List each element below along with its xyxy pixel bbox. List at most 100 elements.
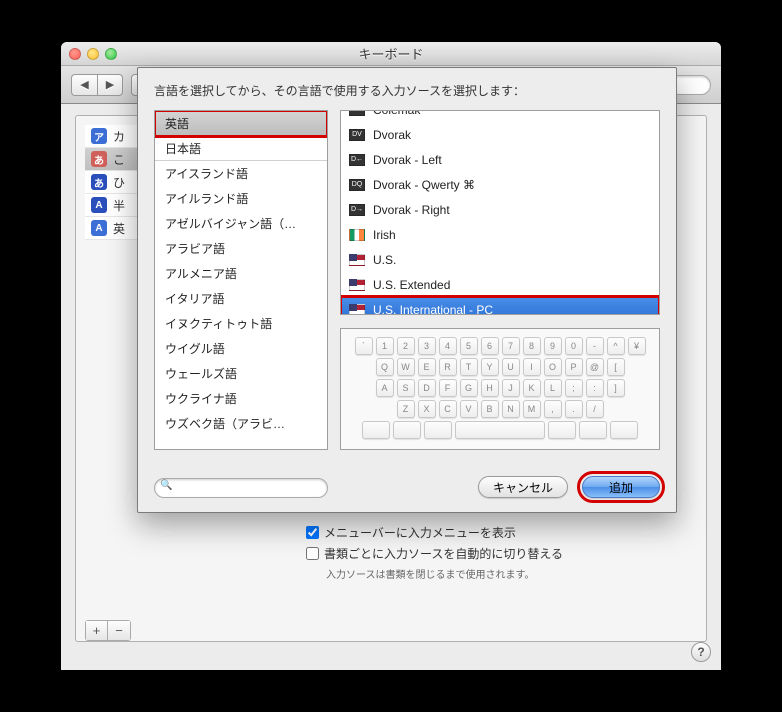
key: Q bbox=[376, 358, 394, 376]
input-source-item[interactable]: DVDvorak bbox=[341, 122, 659, 147]
auto-switch-checkbox[interactable]: 書類ごとに入力ソースを自動的に切り替える bbox=[306, 545, 563, 562]
input-source-item[interactable]: U.S. International - PC bbox=[341, 297, 659, 315]
language-item[interactable]: アルメニア語 bbox=[155, 261, 327, 286]
key: Z bbox=[397, 400, 415, 418]
key: - bbox=[586, 337, 604, 355]
keyboard-row: ASDFGHJKL;:] bbox=[349, 379, 651, 397]
key: : bbox=[586, 379, 604, 397]
help-button[interactable]: ? bbox=[691, 642, 711, 662]
input-mode-icon: ア bbox=[91, 128, 107, 144]
options-checkboxes: メニューバーに入力メニューを表示 書類ごとに入力ソースを自動的に切り替える 入力… bbox=[306, 524, 563, 581]
key: V bbox=[460, 400, 478, 418]
key: ¥ bbox=[628, 337, 646, 355]
key: H bbox=[481, 379, 499, 397]
input-source-item[interactable]: COColemak bbox=[341, 110, 659, 122]
language-item[interactable]: イヌクティトゥト語 bbox=[155, 311, 327, 336]
key bbox=[455, 421, 545, 439]
cancel-button[interactable]: キャンセル bbox=[478, 476, 568, 498]
flag-icon bbox=[349, 304, 365, 316]
flag-icon bbox=[349, 279, 365, 291]
key: I bbox=[523, 358, 541, 376]
checkbox-2[interactable] bbox=[306, 547, 319, 560]
key: . bbox=[565, 400, 583, 418]
input-mode-icon: あ bbox=[91, 151, 107, 167]
language-item[interactable]: ウェールズ語 bbox=[155, 361, 327, 386]
language-item[interactable]: 英語 bbox=[155, 111, 327, 136]
key: , bbox=[544, 400, 562, 418]
add-button[interactable]: + bbox=[86, 621, 108, 640]
key: 1 bbox=[376, 337, 394, 355]
input-source-item[interactable]: D←Dvorak - Left bbox=[341, 147, 659, 172]
language-item[interactable]: アゼルバイジャン語（… bbox=[155, 211, 327, 236]
key: F bbox=[439, 379, 457, 397]
options-note: 入力ソースは書類を閉じるまで使用されます。 bbox=[326, 566, 563, 581]
key: X bbox=[418, 400, 436, 418]
keyboard-row: QWERTYUIOP@[ bbox=[349, 358, 651, 376]
add-input-source-sheet: 言語を選択してから、その言語で使用する入力ソースを選択します： 英語日本語アイス… bbox=[137, 67, 677, 513]
input-mode-icon: A bbox=[91, 220, 107, 236]
input-mode-icon: A bbox=[91, 197, 107, 213]
input-source-item[interactable]: Irish bbox=[341, 222, 659, 247]
key: Y bbox=[481, 358, 499, 376]
key: N bbox=[502, 400, 520, 418]
preferences-window: キーボード ◀ ▶ すべてを表示 アカあこあひA半A英 + − メニューバーに入… bbox=[61, 42, 721, 670]
key: K bbox=[523, 379, 541, 397]
key: S bbox=[397, 379, 415, 397]
language-list[interactable]: 英語日本語アイスランド語アイルランド語アゼルバイジャン語（…アラビア語アルメニア… bbox=[154, 110, 328, 450]
language-item[interactable]: イタリア語 bbox=[155, 286, 327, 311]
keyboard-row: ZXCVBNM,./ bbox=[349, 400, 651, 418]
key: ^ bbox=[607, 337, 625, 355]
window-title: キーボード bbox=[61, 44, 721, 63]
key: 3 bbox=[418, 337, 436, 355]
key: ` bbox=[355, 337, 373, 355]
key bbox=[393, 421, 421, 439]
show-input-menu-checkbox[interactable]: メニューバーに入力メニューを表示 bbox=[306, 524, 563, 541]
remove-button[interactable]: − bbox=[108, 621, 130, 640]
key: T bbox=[460, 358, 478, 376]
key: 2 bbox=[397, 337, 415, 355]
input-mode-icon: あ bbox=[91, 174, 107, 190]
forward-button[interactable]: ▶ bbox=[97, 74, 123, 96]
keyboard-row bbox=[349, 421, 651, 439]
keyboard-row: `1234567890-^¥ bbox=[349, 337, 651, 355]
language-item[interactable]: ウズベク語（アラビ… bbox=[155, 411, 327, 436]
key: W bbox=[397, 358, 415, 376]
input-source-item[interactable]: D→Dvorak - Right bbox=[341, 197, 659, 222]
key: ; bbox=[565, 379, 583, 397]
back-button[interactable]: ◀ bbox=[71, 74, 97, 96]
key: J bbox=[502, 379, 520, 397]
key: 9 bbox=[544, 337, 562, 355]
key: G bbox=[460, 379, 478, 397]
flag-icon: D← bbox=[349, 154, 365, 166]
language-item[interactable]: アラビア語 bbox=[155, 236, 327, 261]
key: 5 bbox=[460, 337, 478, 355]
language-item[interactable]: アイスランド語 bbox=[155, 161, 327, 186]
key: R bbox=[439, 358, 457, 376]
key: P bbox=[565, 358, 583, 376]
nav-buttons: ◀ ▶ bbox=[71, 74, 123, 96]
language-item[interactable]: アイルランド語 bbox=[155, 186, 327, 211]
input-source-list-sheet[interactable]: COColemakDVDvorakD←Dvorak - LeftDQDvorak… bbox=[340, 110, 660, 315]
key: C bbox=[439, 400, 457, 418]
flag-icon bbox=[349, 254, 365, 266]
key: 8 bbox=[523, 337, 541, 355]
input-source-item[interactable]: U.S. bbox=[341, 247, 659, 272]
input-source-item[interactable]: DQDvorak - Qwerty ⌘ bbox=[341, 172, 659, 197]
flag-icon bbox=[349, 229, 365, 241]
sheet-search bbox=[154, 478, 328, 498]
key bbox=[424, 421, 452, 439]
language-item[interactable]: ウイグル語 bbox=[155, 336, 327, 361]
checkbox-1[interactable] bbox=[306, 526, 319, 539]
key bbox=[610, 421, 638, 439]
flag-icon: DV bbox=[349, 129, 365, 141]
sheet-search-input[interactable] bbox=[154, 478, 328, 498]
key: 7 bbox=[502, 337, 520, 355]
language-item[interactable]: 日本語 bbox=[155, 136, 327, 161]
key bbox=[362, 421, 390, 439]
key: 4 bbox=[439, 337, 457, 355]
input-source-item[interactable]: U.S. Extended bbox=[341, 272, 659, 297]
language-item[interactable]: ウクライナ語 bbox=[155, 386, 327, 411]
sheet-buttons: キャンセル 追加 bbox=[478, 476, 660, 498]
add-remove-controls: + − bbox=[85, 620, 131, 641]
add-button[interactable]: 追加 bbox=[582, 476, 660, 498]
